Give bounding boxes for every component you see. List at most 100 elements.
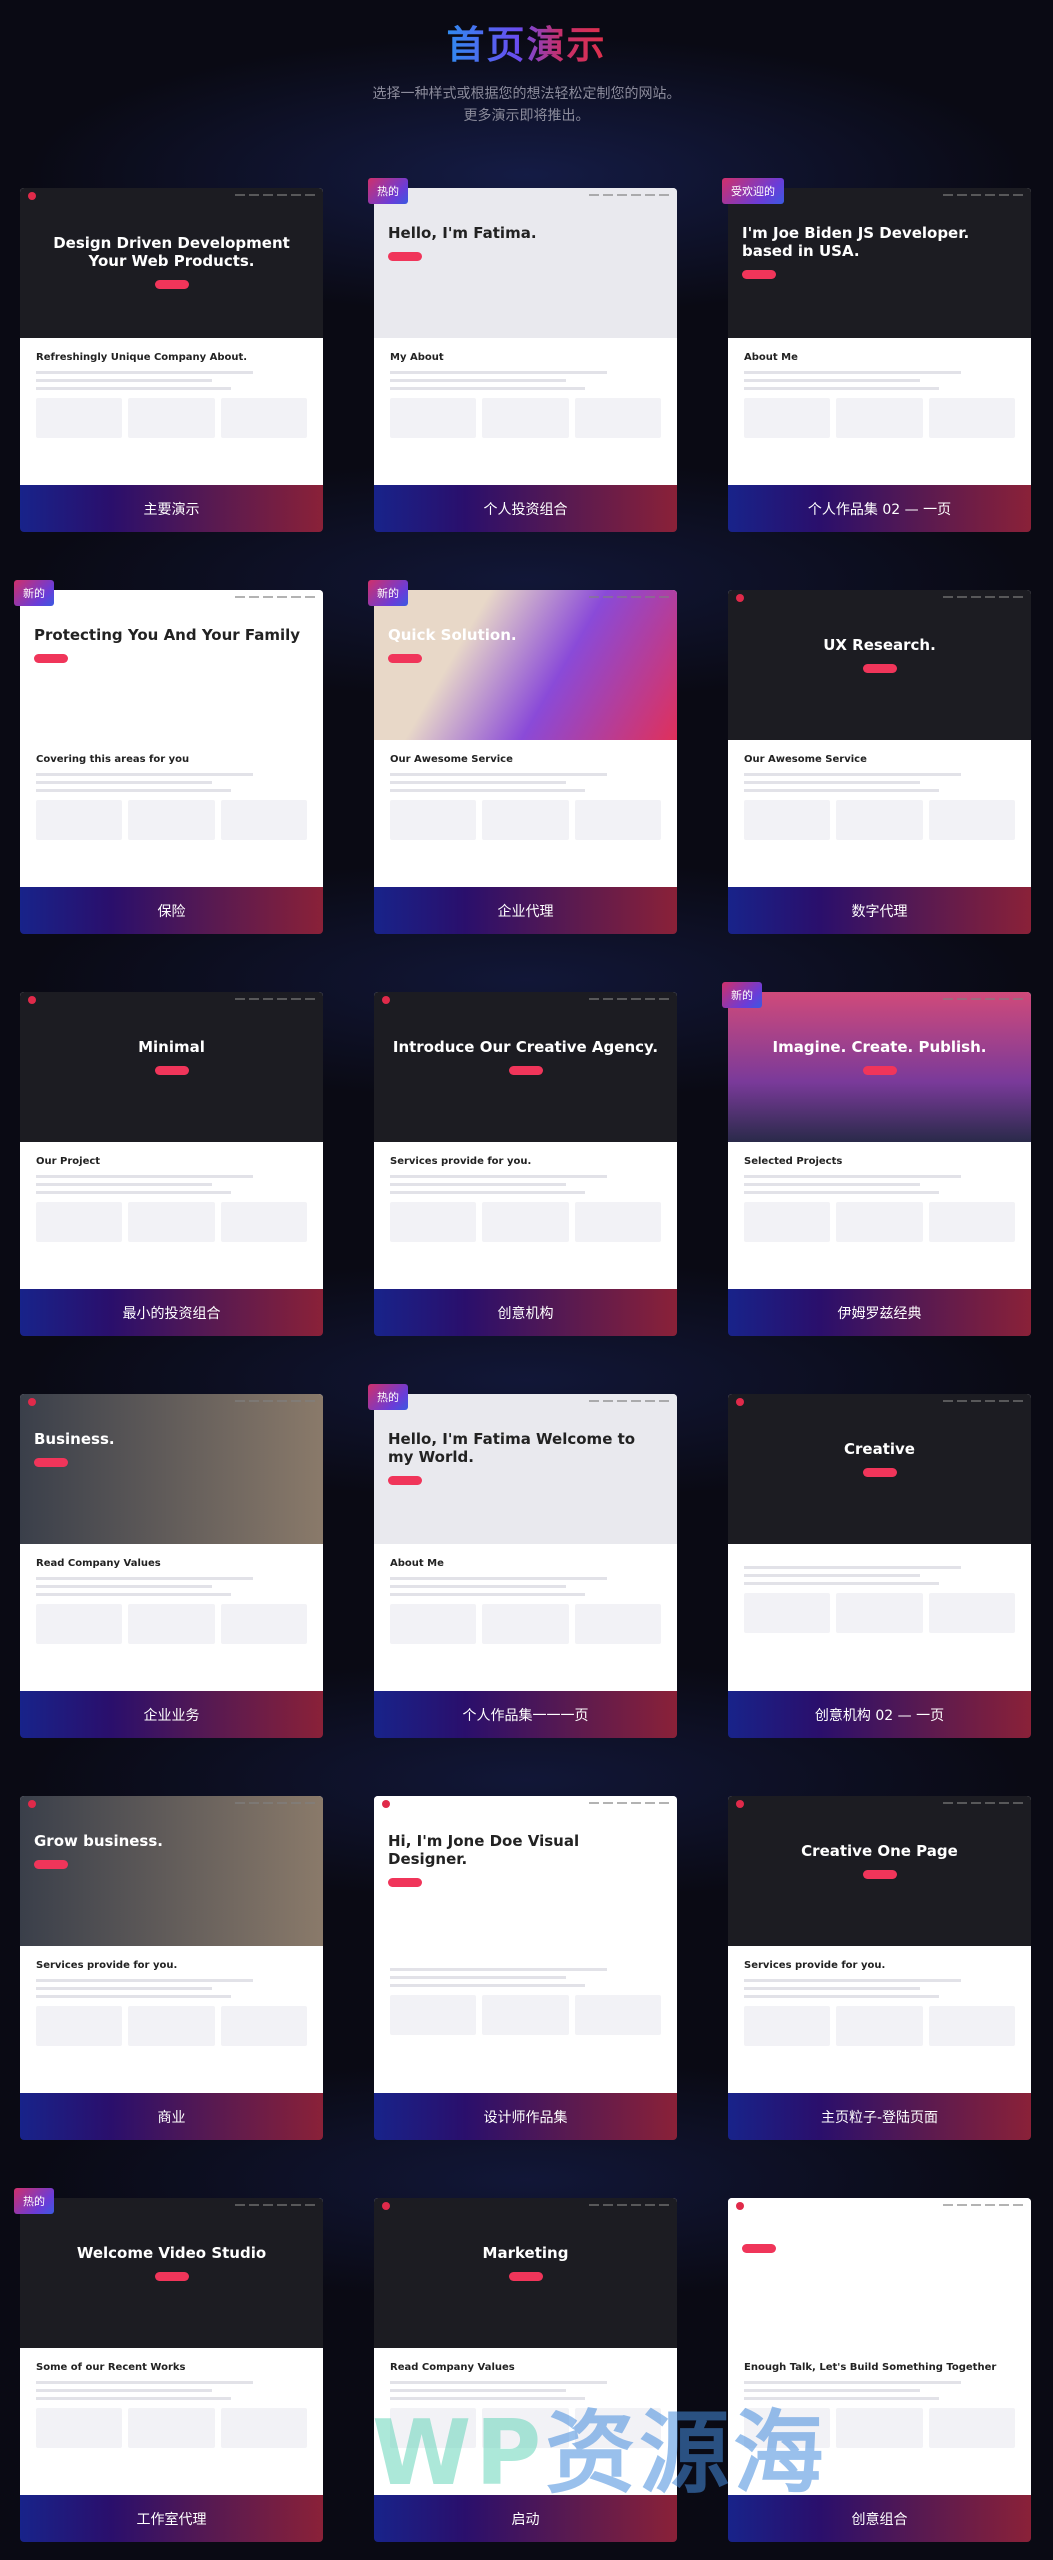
preview-hero: Creative One Page — [728, 1796, 1031, 1946]
preview-section: Enough Talk, Let's Build Something Toget… — [728, 2348, 1031, 2462]
demo-label[interactable]: 企业代理 — [374, 887, 677, 934]
demo-preview-image[interactable]: Introduce Our Creative Agency. Services … — [374, 992, 677, 1289]
demo-card[interactable]: 热的 Welcome Video Studio Some of our Rece… — [14, 2188, 323, 2542]
demo-label[interactable]: 工作室代理 — [20, 2495, 323, 2542]
preview-headline: Business. — [34, 1430, 115, 1448]
demo-preview-image[interactable]: Grow business. Services provide for you. — [20, 1796, 323, 2093]
preview-section-title: Selected Projects — [744, 1156, 843, 1167]
preview-cta-button — [154, 1066, 189, 1075]
preview-headline: Creative — [844, 1440, 915, 1458]
preview-headline: Protecting You And Your Family — [34, 626, 301, 644]
demo-label[interactable]: 个人作品集 02 — 一页 — [728, 485, 1031, 532]
preview-section: Services provide for you. — [20, 1946, 323, 2060]
preview-cta-button — [742, 2244, 776, 2253]
demo-label[interactable]: 最小的投资组合 — [20, 1289, 323, 1336]
demo-preview-image[interactable]: Hello, I'm Fatima. My About — [374, 188, 677, 485]
preview-nav — [736, 1400, 1023, 1406]
demo-label[interactable]: 保险 — [20, 887, 323, 934]
demo-preview-image[interactable]: Creative One Page Services provide for y… — [728, 1796, 1031, 2093]
subtitle-line-1: 选择一种样式或根据您的想法轻松定制您的网站。 — [372, 86, 681, 102]
demo-card[interactable]: 新的 Protecting You And Your Family Coveri… — [14, 580, 323, 934]
demo-card[interactable]: 受欢迎的 I'm Joe Biden JS Developer. based i… — [722, 178, 1031, 532]
demo-card[interactable]: 新的 Imagine. Create. Publish. Selected Pr… — [722, 982, 1031, 1336]
demo-preview-image[interactable]: Enough Talk, Let's Build Something Toget… — [728, 2198, 1031, 2495]
preview-section-title: Services provide for you. — [36, 1960, 178, 1971]
demo-label[interactable]: 主页粒子-登陆页面 — [728, 2093, 1031, 2140]
demo-card[interactable]: 新的 Quick Solution. Our Awesome Service 企… — [368, 580, 677, 934]
demo-card[interactable]: Creative 创意机构 02 — 一页 — [728, 1394, 1031, 1738]
demo-preview-image[interactable]: UX Research. Our Awesome Service — [728, 590, 1031, 887]
demo-preview-image[interactable]: Business. Read Company Values — [20, 1394, 323, 1691]
demo-card[interactable]: Enough Talk, Let's Build Something Toget… — [728, 2198, 1031, 2542]
demo-card[interactable]: 热的 Hello, I'm Fatima Welcome to my World… — [368, 1384, 677, 1738]
demo-label[interactable]: 创意机构 02 — 一页 — [728, 1691, 1031, 1738]
demo-card[interactable]: Creative One Page Services provide for y… — [728, 1796, 1031, 2140]
demo-preview-image[interactable]: Welcome Video Studio Some of our Recent … — [20, 2198, 323, 2495]
preview-hero: Business. — [20, 1394, 323, 1544]
demo-label[interactable]: 商业 — [20, 2093, 323, 2140]
preview-section-title: Our Awesome Service — [744, 754, 867, 765]
demo-card[interactable]: Minimal Our Project 最小的投资组合 — [20, 992, 323, 1336]
preview-cta-button — [34, 1458, 68, 1467]
demo-label[interactable]: 个人作品集一一一页 — [374, 1691, 677, 1738]
demo-grid: Design Driven Development Your Web Produ… — [14, 178, 1031, 2542]
demo-preview-image[interactable]: I'm Joe Biden JS Developer. based in USA… — [728, 188, 1031, 485]
demo-preview-image[interactable]: Design Driven Development Your Web Produ… — [20, 188, 323, 485]
demo-card[interactable]: UX Research. Our Awesome Service 数字代理 — [728, 590, 1031, 934]
preview-section: Read Company Values — [20, 1544, 323, 1658]
preview-hero: Protecting You And Your Family — [20, 590, 323, 740]
demo-card[interactable]: Grow business. Services provide for you.… — [20, 1796, 323, 2140]
demo-badge: 受欢迎的 — [722, 178, 784, 204]
preview-nav — [736, 2204, 1023, 2210]
demo-preview-image[interactable]: Hello, I'm Fatima Welcome to my World. A… — [374, 1394, 677, 1691]
demo-label[interactable]: 个人投资组合 — [374, 485, 677, 532]
preview-headline: Creative One Page — [801, 1842, 958, 1860]
demo-card[interactable]: Hi, I'm Jone Doe Visual Designer. 设计师作品集 — [374, 1796, 677, 2140]
demo-preview-image[interactable]: Quick Solution. Our Awesome Service — [374, 590, 677, 887]
demo-label[interactable]: 主要演示 — [20, 485, 323, 532]
demo-card[interactable]: Marketing Read Company Values 启动 — [374, 2198, 677, 2542]
demo-preview-image[interactable]: Creative — [728, 1394, 1031, 1691]
demo-label[interactable]: 创意机构 — [374, 1289, 677, 1336]
preview-nav — [736, 1802, 1023, 1808]
preview-section-title: Services provide for you. — [744, 1960, 886, 1971]
demo-preview-image[interactable]: Minimal Our Project — [20, 992, 323, 1289]
preview-headline: Hi, I'm Jone Doe Visual Designer. — [388, 1832, 580, 1868]
preview-cta-button — [388, 1878, 422, 1887]
demo-card[interactable]: Introduce Our Creative Agency. Services … — [374, 992, 677, 1336]
preview-cta-button — [862, 664, 897, 673]
demo-label[interactable]: 数字代理 — [728, 887, 1031, 934]
demo-label[interactable]: 启动 — [374, 2495, 677, 2542]
preview-hero: Creative — [728, 1394, 1031, 1544]
preview-nav — [28, 1400, 315, 1406]
preview-section: About Me — [728, 338, 1031, 452]
demo-badge: 热的 — [368, 1384, 408, 1410]
preview-section-title: Our Project — [36, 1156, 101, 1167]
demo-label[interactable]: 设计师作品集 — [374, 2093, 677, 2140]
preview-cta-button — [508, 2272, 543, 2281]
demo-preview-image[interactable]: Marketing Read Company Values — [374, 2198, 677, 2495]
preview-headline: Design Driven Development Your Web Produ… — [53, 234, 290, 270]
demo-card[interactable]: Design Driven Development Your Web Produ… — [20, 188, 323, 532]
preview-section: Selected Projects — [728, 1142, 1031, 1256]
preview-hero: UX Research. — [728, 590, 1031, 740]
preview-section: Refreshingly Unique Company About. — [20, 338, 323, 452]
demo-preview-image[interactable]: Imagine. Create. Publish. Selected Proje… — [728, 992, 1031, 1289]
preview-section-title: Refreshingly Unique Company About. — [36, 352, 248, 363]
preview-cta-button — [862, 1870, 897, 1879]
preview-section: Some of our Recent Works — [20, 2348, 323, 2462]
demo-preview-image[interactable]: Hi, I'm Jone Doe Visual Designer. — [374, 1796, 677, 2093]
preview-cta-button — [388, 252, 422, 261]
preview-nav — [382, 998, 669, 1004]
preview-nav — [28, 1802, 315, 1808]
demo-preview-image[interactable]: Protecting You And Your Family Covering … — [20, 590, 323, 887]
preview-nav — [382, 194, 669, 200]
preview-nav — [382, 596, 669, 602]
preview-nav — [382, 2204, 669, 2210]
demo-label[interactable]: 伊姆罗兹经典 — [728, 1289, 1031, 1336]
demo-label[interactable]: 企业业务 — [20, 1691, 323, 1738]
demo-label[interactable]: 创意组合 — [728, 2495, 1031, 2542]
demo-card[interactable]: 热的 Hello, I'm Fatima. My About 个人投资组合 — [368, 178, 677, 532]
preview-section-title: Services provide for you. — [390, 1156, 532, 1167]
demo-card[interactable]: Business. Read Company Values 企业业务 — [20, 1394, 323, 1738]
